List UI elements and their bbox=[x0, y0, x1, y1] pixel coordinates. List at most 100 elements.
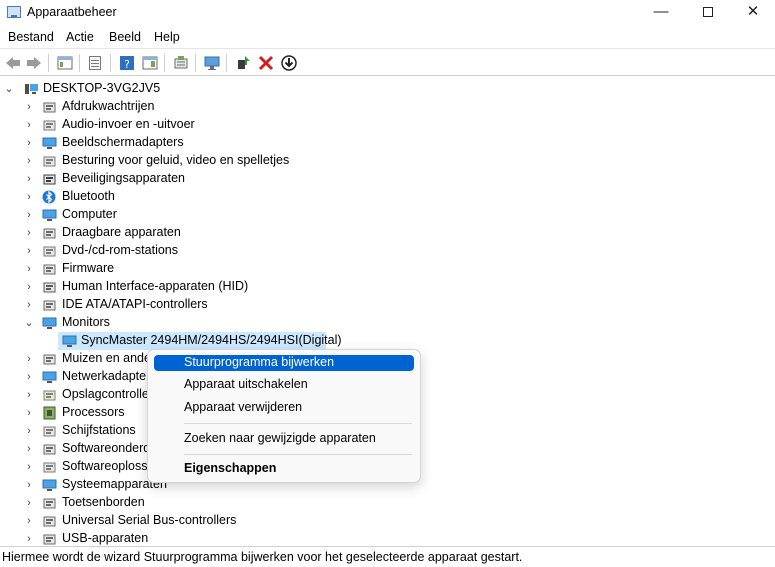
chevron-right-icon[interactable]: › bbox=[24, 530, 34, 546]
tree-category-label: Afdrukwachtrijen bbox=[62, 99, 155, 113]
tree-category[interactable]: › Dvd-/cd-rom-stations bbox=[0, 242, 340, 260]
processor-icon bbox=[42, 406, 57, 420]
chevron-right-icon[interactable]: › bbox=[24, 404, 34, 422]
chevron-right-icon[interactable]: › bbox=[24, 170, 34, 188]
tree-category[interactable]: › Besturing voor geluid, video en spellet… bbox=[0, 152, 340, 170]
tree-category-label: Computer bbox=[62, 207, 117, 221]
usb-controller-icon bbox=[42, 514, 57, 528]
software-component-icon bbox=[42, 442, 57, 456]
tree-category-label: Beeldschermadapters bbox=[62, 135, 184, 149]
chevron-right-icon[interactable]: › bbox=[24, 458, 34, 476]
chevron-right-icon[interactable]: › bbox=[24, 260, 34, 278]
system-device-icon bbox=[42, 478, 57, 492]
tree-category-label: Processors bbox=[62, 405, 125, 419]
usb-device-icon bbox=[42, 532, 57, 546]
tree-category-label: Audio-invoer en -uitvoer bbox=[62, 117, 195, 131]
tree-category[interactable]: › IDE ATA/ATAPI-controllers bbox=[0, 296, 340, 314]
hid-icon bbox=[42, 280, 57, 294]
computer-icon bbox=[24, 82, 39, 96]
tree-category[interactable]: › USB-apparaten bbox=[0, 530, 340, 546]
tree-category-label: IDE ATA/ATAPI-controllers bbox=[62, 297, 208, 311]
device-manager-icon bbox=[7, 6, 21, 18]
menu-view[interactable]: Beeld bbox=[109, 30, 141, 44]
portable-device-icon bbox=[42, 226, 57, 240]
window-title: Apparaatbeheer bbox=[27, 5, 117, 19]
selected-device-label: SyncMaster 2494HM/2494HS/2494HSI(Digital… bbox=[81, 333, 342, 347]
monitor-icon[interactable] bbox=[203, 54, 221, 72]
chevron-down-icon[interactable]: ⌄ bbox=[24, 314, 34, 332]
chevron-right-icon[interactable]: › bbox=[24, 350, 34, 368]
tree-category[interactable]: › Universal Serial Bus-controllers bbox=[0, 512, 340, 530]
chevron-right-icon[interactable]: › bbox=[24, 134, 34, 152]
tree-category-label: Besturing voor geluid, video en spelletj… bbox=[62, 153, 290, 167]
chevron-right-icon[interactable]: › bbox=[24, 188, 34, 206]
tree-category[interactable]: › Beeldschermadapters bbox=[0, 134, 340, 152]
menu-uninstall-device[interactable]: Apparaat verwijderen bbox=[154, 400, 414, 416]
minimize-button[interactable]: — bbox=[638, 0, 684, 26]
sound-icon bbox=[42, 154, 57, 168]
chevron-right-icon[interactable]: › bbox=[24, 152, 34, 170]
chevron-right-icon[interactable]: › bbox=[24, 98, 34, 116]
menu-help[interactable]: Help bbox=[154, 30, 180, 44]
tree-category[interactable]: ⌄ Monitors bbox=[0, 314, 340, 332]
tree-category-label: Monitors bbox=[62, 315, 110, 329]
back-icon[interactable] bbox=[4, 54, 22, 72]
keyboard-icon bbox=[42, 496, 57, 510]
maximize-icon bbox=[703, 7, 713, 17]
tree-root-label: DESKTOP-3VG2JV5 bbox=[43, 81, 161, 95]
firmware-icon bbox=[42, 262, 57, 276]
tree-category[interactable]: › Audio-invoer en -uitvoer bbox=[0, 116, 340, 134]
selected-device-row[interactable]: SyncMaster 2494HM/2494HS/2494HSI(Digital… bbox=[0, 332, 342, 350]
properties-panel-icon[interactable] bbox=[56, 54, 74, 72]
title-bar: Apparaatbeheer — ✕ bbox=[0, 0, 775, 26]
chevron-right-icon[interactable]: › bbox=[24, 296, 34, 314]
download-icon[interactable] bbox=[280, 54, 298, 72]
chevron-right-icon[interactable]: › bbox=[24, 494, 34, 512]
tree-category[interactable]: › Computer bbox=[0, 206, 340, 224]
status-bar: Hiermee wordt de wizard Stuurprogramma b… bbox=[0, 546, 775, 567]
chevron-down-icon[interactable]: ⌄ bbox=[4, 80, 14, 98]
tree-category[interactable]: › Draagbare apparaten bbox=[0, 224, 340, 242]
tree-category-label: Muizen en ande bbox=[62, 351, 151, 365]
help-icon[interactable]: ? bbox=[118, 54, 136, 72]
tree-category-label: Opslagcontrolle bbox=[62, 387, 149, 401]
chevron-right-icon[interactable]: › bbox=[24, 386, 34, 404]
chevron-right-icon[interactable]: › bbox=[24, 206, 34, 224]
mouse-icon bbox=[42, 352, 57, 366]
monitor-device-icon bbox=[62, 334, 77, 348]
chevron-right-icon[interactable]: › bbox=[24, 476, 34, 494]
menu-properties[interactable]: Eigenschappen bbox=[154, 461, 414, 477]
chevron-right-icon[interactable]: › bbox=[24, 278, 34, 296]
tree-category[interactable]: › Toetsenborden bbox=[0, 494, 340, 512]
tree-category[interactable]: › Afdrukwachtrijen bbox=[0, 98, 340, 116]
tree-category[interactable]: › Bluetooth bbox=[0, 188, 340, 206]
update-driver-icon[interactable] bbox=[234, 54, 252, 72]
tree-category[interactable]: › Human Interface-apparaten (HID) bbox=[0, 278, 340, 296]
menu-disable-device[interactable]: Apparaat uitschakelen bbox=[154, 377, 414, 393]
forward-icon[interactable] bbox=[25, 54, 43, 72]
computer-icon bbox=[42, 208, 57, 222]
maximize-button[interactable] bbox=[685, 0, 731, 26]
tree-root[interactable]: ⌄ DESKTOP-3VG2JV5 bbox=[0, 80, 300, 98]
uninstall-icon[interactable] bbox=[257, 54, 275, 72]
menu-update-driver[interactable]: Stuurprogramma bijwerken bbox=[154, 355, 414, 371]
tree-category-label: Beveiligingsapparaten bbox=[62, 171, 186, 185]
display-adapter-icon bbox=[42, 136, 57, 150]
properties-icon[interactable] bbox=[86, 54, 104, 72]
tree-category[interactable]: › Beveiligingsapparaten bbox=[0, 170, 340, 188]
menu-scan-hardware[interactable]: Zoeken naar gewijzigde apparaten bbox=[154, 431, 414, 447]
chevron-right-icon[interactable]: › bbox=[24, 440, 34, 458]
chevron-right-icon[interactable]: › bbox=[24, 422, 34, 440]
close-button[interactable]: ✕ bbox=[730, 0, 775, 26]
tree-category[interactable]: › Firmware bbox=[0, 260, 340, 278]
menu-file[interactable]: Bestand bbox=[8, 30, 54, 44]
chevron-right-icon[interactable]: › bbox=[24, 224, 34, 242]
menu-action[interactable]: Actie bbox=[66, 30, 94, 44]
tree-category-label: Universal Serial Bus-controllers bbox=[62, 513, 237, 527]
chevron-right-icon[interactable]: › bbox=[24, 512, 34, 530]
chevron-right-icon[interactable]: › bbox=[24, 242, 34, 260]
chevron-right-icon[interactable]: › bbox=[24, 368, 34, 386]
chevron-right-icon[interactable]: › bbox=[24, 116, 34, 134]
action-pane-icon[interactable] bbox=[141, 54, 159, 72]
scan-hardware-icon[interactable] bbox=[172, 54, 190, 72]
